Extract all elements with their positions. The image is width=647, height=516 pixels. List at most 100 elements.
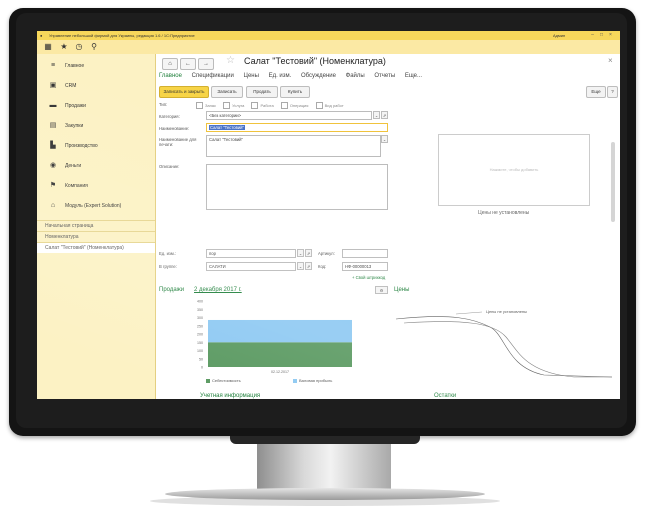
y-tick-label: 250 (197, 324, 203, 328)
type-label: Тип: (159, 102, 168, 107)
window-titlebar: ● Управление небольшой фирмой для Украин… (37, 31, 620, 40)
sales-period-link[interactable]: 2 декабря 2017 г. (194, 287, 242, 293)
chevron-down-icon: ⌄ (374, 113, 379, 118)
type-option-operation[interactable]: Операция (280, 102, 308, 109)
chevron-down-icon: ⌄ (298, 264, 303, 269)
crm-icon: ▣ (49, 82, 57, 89)
category-dropdown[interactable]: ⌄ (373, 111, 380, 119)
tab-discussion[interactable]: Обсуждение (301, 73, 336, 79)
fullname-label: Наименование для печати: (159, 137, 197, 147)
category-field[interactable]: <Без категории> (206, 111, 372, 120)
window-title: Управление небольшой фирмой для Украины,… (49, 33, 195, 38)
y-tick-label: 200 (197, 333, 203, 337)
sidebar-item-purchases[interactable]: ▤ Закупки (37, 116, 155, 136)
buy-dropdown-button[interactable]: Купить (280, 86, 310, 98)
group-dropdown[interactable]: ⌄ (297, 262, 304, 270)
legend-swatch-cost (206, 378, 210, 383)
accounting-section-title[interactable]: Учетная информация (200, 393, 260, 399)
favorites-star-icon[interactable]: ★ (59, 42, 69, 52)
type-option-work[interactable]: Работа (251, 102, 274, 109)
y-tick-label: 350 (197, 308, 203, 312)
unit-dropdown[interactable]: ⌄ (297, 249, 304, 257)
sales-icon: ▬ (49, 102, 57, 109)
category-open[interactable]: ⇗ (381, 111, 388, 119)
module-icon: ⌂ (50, 202, 56, 209)
sidebar-item-company[interactable]: ⚑ Компания (37, 176, 155, 196)
group-field[interactable]: САЛАТИ (206, 262, 296, 271)
unit-field[interactable]: пор (206, 249, 296, 258)
open-window-home[interactable]: Начальная страница (37, 220, 155, 231)
save-button[interactable]: Записать (211, 86, 243, 98)
home-icon: ⌂ (168, 61, 172, 67)
history-icon[interactable]: ◷ (74, 42, 84, 52)
type-options: Запас Услуга Работа Операция Вид работ (196, 102, 350, 109)
legend-label-profit: Валовая прибыль (299, 378, 333, 383)
group-open[interactable]: ⇗ (305, 262, 312, 270)
sidebar-item-production[interactable]: ▙ Производство (37, 136, 155, 156)
code-label: Код: (318, 264, 327, 269)
fullname-dropdown[interactable]: ⌄ (381, 135, 388, 143)
home-button[interactable]: ⌂ (162, 58, 178, 70)
search-icon[interactable]: ⚲ (89, 42, 99, 52)
arrow-right-icon: → (203, 61, 209, 67)
tab-specifications[interactable]: Спецификации (192, 73, 234, 79)
tab-main[interactable]: Главное (159, 73, 182, 79)
main-toolbar: ▦ ★ ◷ ⚲ (37, 40, 620, 55)
current-user[interactable]: Админ (553, 31, 565, 40)
prices-chart-note: Цены не установлены (486, 309, 527, 314)
y-tick-label: 150 (197, 341, 203, 345)
form-scrollbar[interactable] (611, 142, 615, 222)
chevron-down-icon: ⌄ (298, 251, 303, 256)
sidebar-item-module[interactable]: ⌂ Модуль (Expert Solution) (37, 196, 155, 216)
apps-grid-icon[interactable]: ▦ (43, 42, 53, 52)
name-field[interactable]: Салат "Тестовий" (206, 123, 388, 132)
tab-files[interactable]: Файлы (346, 73, 365, 79)
forward-button[interactable]: → (198, 58, 214, 70)
description-field[interactable] (206, 164, 388, 210)
more-actions-button[interactable]: Еще (586, 86, 606, 98)
tab-more[interactable]: Еще... (405, 73, 422, 79)
monitor-chin (230, 436, 420, 444)
article-field[interactable] (342, 249, 388, 258)
gear-icon: ⚙ (379, 288, 384, 293)
add-barcode-link[interactable]: + Свой штрихкод (352, 275, 385, 280)
chart-settings-button[interactable]: ⚙ (375, 286, 388, 294)
fullname-field[interactable]: Салат "Тестовий" (206, 135, 381, 157)
save-and-close-button[interactable]: Записать и закрыть (159, 86, 209, 98)
y-tick-label: 50 (199, 357, 203, 361)
item-form: ⌂ ← → ☆ Салат "Тестовий" (Номенклатура) … (156, 54, 620, 399)
favorite-star-icon[interactable]: ☆ (226, 55, 235, 66)
sales-chart: 400 350 300 250 200 150 100 50 0 02.12.2017 (197, 300, 352, 374)
item-image-placeholder[interactable]: Нажмите, чтобы добавить (438, 134, 590, 206)
y-tick-label: 0 (201, 366, 203, 370)
tab-reports[interactable]: Отчеты (374, 73, 395, 79)
screen: ● Управление небольшой фирмой для Украин… (37, 31, 620, 399)
type-option-worktype[interactable]: Вид работ (315, 102, 344, 109)
code-field[interactable]: НФ-00000013 (342, 262, 388, 271)
open-window-nomenclature[interactable]: Номенклатура (37, 231, 155, 242)
name-label: Наименование: (159, 126, 190, 131)
prices-section-title: Цены (394, 287, 410, 293)
sidebar-item-crm[interactable]: ▣ CRM (37, 76, 155, 96)
name-field-value: Салат "Тестовий" (209, 125, 245, 130)
y-tick-label: 400 (197, 300, 203, 304)
tab-units[interactable]: Ед. изм. (269, 73, 292, 79)
type-option-stock[interactable]: Запас (196, 102, 216, 109)
maximize-button[interactable]: □ (598, 32, 605, 39)
article-label: Артикул: (318, 251, 335, 256)
sidebar-item-main[interactable]: ≡ Главное (37, 56, 155, 76)
help-button[interactable]: ? (607, 86, 618, 98)
unit-open[interactable]: ⇗ (305, 249, 312, 257)
tab-prices[interactable]: Цены (244, 73, 259, 79)
minimize-button[interactable]: – (589, 32, 596, 39)
close-form-icon[interactable]: × (608, 56, 613, 65)
open-window-current[interactable]: Салат "Тестовий" (Номенклатура) (37, 242, 155, 253)
back-button[interactable]: ← (180, 58, 196, 70)
sidebar-item-sales[interactable]: ▬ Продажи (37, 96, 155, 116)
sell-dropdown-button[interactable]: Продать (246, 86, 278, 98)
x-tick-label: 02.12.2017 (271, 370, 289, 374)
window-close-button[interactable]: × (607, 32, 614, 39)
stock-section-title[interactable]: Остатки (434, 393, 456, 399)
type-option-service[interactable]: Услуга (223, 102, 244, 109)
sidebar-item-money[interactable]: ◉ Деньги (37, 156, 155, 176)
